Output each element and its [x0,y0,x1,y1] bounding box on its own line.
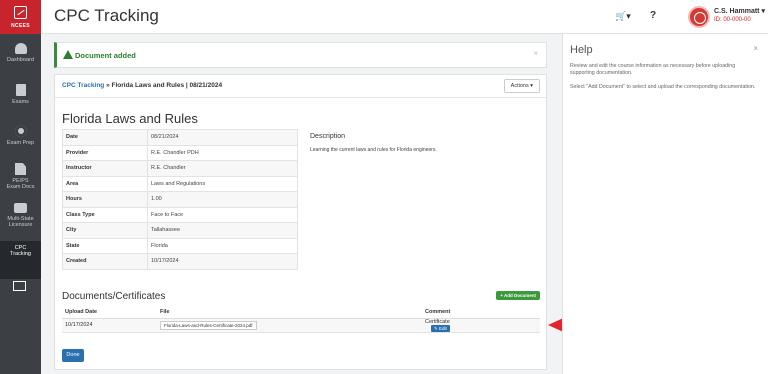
sidebar-item-dashboard[interactable]: Dashboard [0,43,41,73]
dashboard-icon [14,43,27,54]
ncees-logo[interactable]: NCEES [0,0,41,34]
user-menu[interactable]: C.S. Hammatt ▾ [714,7,765,15]
course-card: CPC Tracking » Florida Laws and Rules | … [54,74,547,370]
sidebar-item-cpc-tracking[interactable]: CPC Tracking [0,241,41,291]
help-text: Review and edit the course information a… [570,63,736,76]
table-row: Class Type Face to Face [62,206,298,223]
detail-value: Face to Face [147,206,298,223]
detail-value: Florida [147,237,298,254]
detail-value: Laws and Regulations [147,175,298,192]
alert-close-button[interactable]: × [533,49,538,58]
sidebar-item-exam-prep[interactable]: Exam Prep [0,125,41,155]
help-title: Help [570,44,593,56]
table-row: Created 10/17/2024 [62,253,298,270]
help-close-button[interactable]: × [753,44,758,53]
detail-value: 08/21/2024 [147,129,298,146]
table-row: 10/17/2024 Florida-Laws-and-Rules-Certif… [62,318,540,333]
detail-value: Tallahassee [147,222,298,239]
upload-date-cell: 10/17/2024 [62,318,157,333]
documents-heading: Documents/Certificates [62,291,166,302]
sidebar-item-label: Exams [12,99,29,105]
table-header-row: Upload Date File Comment [62,307,540,319]
file-link[interactable]: Florida-Laws-and-Rules-Certificate-2024.… [160,320,257,330]
breadcrumb: CPC Tracking » Florida Laws and Rules | … [62,82,222,89]
logo-text: NCEES [11,23,30,29]
breadcrumb-cpc-tracking-link[interactable]: CPC Tracking [62,82,104,89]
detail-value: R.E. Chandler PDH [147,144,298,161]
documents-table: Upload Date File Comment 10/17/2024 Flor… [62,307,540,333]
avatar[interactable] [688,6,710,28]
help-panel: Help × Review and edit the course inform… [562,34,768,374]
table-row: Provider R.E. Chandler PDH [62,144,298,161]
done-button[interactable]: Done [62,349,84,362]
table-row: City Tallahassee [62,222,298,239]
table-row: Date 08/21/2024 [62,129,298,146]
help-text: Select "Add Document" to select and uplo… [570,84,756,90]
detail-label: Hours [62,191,148,208]
file-cell: Florida-Laws-and-Rules-Certificate-2024.… [157,318,422,333]
table-row: Area Laws and Regulations [62,175,298,192]
gears-icon [14,125,27,137]
ncees-logo-icon [14,6,27,19]
sidebar-item-exams[interactable]: Exams [0,84,41,114]
breadcrumb-current: » Florida Laws and Rules | 08/21/2024 [104,82,223,89]
detail-label: Provider [62,144,148,161]
divider [55,97,546,98]
cart-icon[interactable]: 🛒▾ [615,11,631,22]
sidebar-item-label: Dashboard [7,57,34,63]
detail-value: 1.00 [147,191,298,208]
chevron-down-icon: ▾ [761,8,765,15]
detail-label: Class Type [62,206,148,223]
user-id: ID: 00-000-00 [714,17,751,23]
detail-label: State [62,237,148,254]
detail-value: R.E. Chandler [147,160,298,177]
detail-label: City [62,222,148,239]
comment-cell: Certificate✎ Edit [422,318,540,333]
top-bar: CPC Tracking 🛒▾ ? C.S. Hammatt ▾ ID: 00-… [41,0,768,34]
alert-message: Document added [75,51,136,60]
detail-value: 10/17/2024 [147,253,298,270]
sidebar: NCEES Dashboard Exams Exam Prep PE/PS Ex… [0,0,41,374]
sidebar-item-label-line2: Exam Docs [6,184,35,190]
course-details-table: Date 08/21/2024 Provider R.E. Chandler PDH… [62,129,298,270]
actions-dropdown-button[interactable]: Actions ▾ [503,79,540,93]
detail-label: Created [62,253,148,270]
sidebar-item-label-line2: Tracking [10,251,31,257]
cpc-card-icon [13,281,26,291]
detail-label: Date [62,129,148,146]
course-title: Florida Laws and Rules [62,111,198,126]
edit-icon: ✎ [434,325,438,331]
sidebar-item-label: Exam Prep [6,140,35,146]
user-name: C.S. Hammatt [714,8,760,15]
book-icon [15,84,26,96]
column-header: Upload Date [62,307,157,319]
page-title: CPC Tracking [54,6,159,25]
success-alert: Document added × [54,42,547,68]
briefcase-icon [14,203,27,213]
table-row: State Florida [62,237,298,254]
edit-label: Edit [439,325,447,331]
table-row: Hours 1.00 [62,191,298,208]
sidebar-item-exam-docs[interactable]: PE/PS Exam Docs [0,163,41,197]
detail-label: Area [62,175,148,192]
comment-text: Certificate [425,318,450,325]
column-header: Comment [422,307,540,319]
sidebar-item-label-line2: Licensure [8,222,33,228]
description-text: Learning the current laws and rules for … [310,147,437,153]
documents-icon [15,163,26,175]
alert-icon [63,50,73,59]
column-header: File [157,307,422,319]
detail-label: Instructor [62,160,148,177]
help-icon[interactable]: ? [650,10,656,21]
description-heading: Description [310,133,346,140]
main-content: Document added × CPC Tracking » Florida … [41,34,562,374]
add-document-button[interactable]: + Add Document [496,291,540,300]
sidebar-item-multi-state[interactable]: Multi-State Licensure [0,203,41,237]
edit-document-button[interactable]: ✎ Edit [431,324,450,332]
table-row: Instructor R.E. Chandler [62,160,298,177]
